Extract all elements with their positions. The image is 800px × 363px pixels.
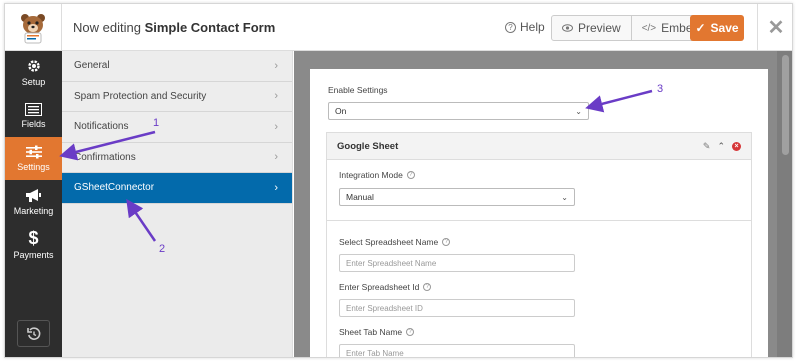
code-icon: </> xyxy=(641,22,657,34)
chevron-right-icon: › xyxy=(274,151,278,164)
question-circle-icon: ? xyxy=(505,21,516,33)
annotation-label-1: 1 xyxy=(153,117,160,129)
wpforms-logo[interactable] xyxy=(5,4,62,51)
sliders-icon xyxy=(25,145,42,159)
spreadsheet-id-label: Enter Spreadsheet Id ? xyxy=(339,282,432,292)
input-placeholder: Enter Spreadsheet Name xyxy=(346,258,437,268)
select-value: On xyxy=(335,106,347,116)
panel-item-label: Notifications xyxy=(74,121,129,133)
enable-settings-select[interactable]: On ⌄ xyxy=(328,102,589,120)
label-text: Enable Settings xyxy=(328,85,388,95)
help-tooltip-icon[interactable]: ? xyxy=(406,328,415,336)
settings-panel: General › Spam Protection and Security ›… xyxy=(62,51,293,357)
google-sheet-section: Google Sheet ✎ ⌃ × Integration Mode ? Ma… xyxy=(326,132,752,358)
section-actions: ✎ ⌃ × xyxy=(703,141,741,152)
panel-item-label: Spam Protection and Security xyxy=(74,90,207,102)
nav-label: Payments xyxy=(13,250,54,260)
nav-label: Settings xyxy=(17,162,50,172)
chevron-down-icon: ⌄ xyxy=(575,106,582,116)
help-link[interactable]: ? Help xyxy=(505,20,545,34)
section-divider xyxy=(327,220,751,221)
help-tooltip-icon[interactable]: ? xyxy=(423,283,432,291)
section-title: Google Sheet xyxy=(337,140,399,152)
top-bar: Now editing Simple Contact Form ? Help P… xyxy=(5,4,792,51)
content-scrollbar[interactable] xyxy=(777,51,792,357)
pencil-icon[interactable]: ✎ xyxy=(703,141,711,152)
input-placeholder: Enter Spreadsheet ID xyxy=(346,303,423,313)
panel-item-label: Confirmations xyxy=(74,151,136,163)
label-text: Enter Spreadsheet Id xyxy=(339,282,420,292)
megaphone-icon xyxy=(26,188,41,202)
panel-item-general[interactable]: General › xyxy=(62,51,292,82)
settings-card: Enable Settings On ⌄ Google Sheet ✎ ⌃ × … xyxy=(310,69,768,358)
fields-list-icon xyxy=(25,102,42,116)
editing-title: Now editing Simple Contact Form xyxy=(73,20,275,35)
save-button[interactable]: ✓ Save xyxy=(690,15,744,41)
spreadsheet-name-input[interactable]: Enter Spreadsheet Name xyxy=(339,254,575,272)
label-text: Sheet Tab Name xyxy=(339,327,403,337)
input-placeholder: Enter Tab Name xyxy=(346,348,404,358)
panel-item-confirmations[interactable]: Confirmations › xyxy=(62,142,292,173)
enable-settings-label: Enable Settings xyxy=(328,85,388,95)
builder-sidebar: Setup Fields Settings Marketing $ Paymen… xyxy=(5,51,62,357)
google-sheet-header: Google Sheet ✎ ⌃ × xyxy=(327,133,751,160)
editing-prefix: Now editing xyxy=(73,20,141,35)
settings-content: Enable Settings On ⌄ Google Sheet ✎ ⌃ × … xyxy=(294,51,792,358)
gear-icon xyxy=(27,60,40,72)
close-icon: ✕ xyxy=(767,17,785,39)
help-label: Help xyxy=(520,20,545,34)
nav-label: Setup xyxy=(21,77,46,87)
dollar-icon: $ xyxy=(28,228,39,248)
preview-label: Preview xyxy=(578,21,621,35)
chevron-right-icon: › xyxy=(274,90,278,103)
panel-item-gsheetconnector[interactable]: GSheetConnector › xyxy=(62,173,292,204)
annotation-label-3: 3 xyxy=(657,83,664,95)
panel-item-label: GSheetConnector xyxy=(74,182,155,194)
spreadsheet-name-label: Select Spreadsheet Name ? xyxy=(339,237,451,247)
nav-label: Marketing xyxy=(13,205,54,216)
sheet-tab-name-input[interactable]: Enter Tab Name xyxy=(339,344,575,358)
nav-label: Fields xyxy=(21,118,46,129)
scrollbar-thumb[interactable] xyxy=(782,55,789,155)
save-label: Save xyxy=(710,21,739,35)
panel-item-label: General xyxy=(74,60,110,72)
label-text: Integration Mode xyxy=(339,170,403,180)
sheet-tab-name-label: Sheet Tab Name ? xyxy=(339,327,415,337)
nav-setup[interactable]: Setup xyxy=(5,51,62,94)
revisions-history-icon xyxy=(26,326,40,340)
label-text: Select Spreadsheet Name xyxy=(339,237,439,247)
nav-marketing[interactable]: Marketing xyxy=(5,180,62,223)
close-button[interactable]: ✕ xyxy=(757,4,792,51)
bear-logo-icon xyxy=(21,13,45,43)
panel-item-notifications[interactable]: Notifications › xyxy=(62,112,292,143)
integration-mode-select[interactable]: Manual ⌄ xyxy=(339,188,575,206)
spreadsheet-id-input[interactable]: Enter Spreadsheet ID xyxy=(339,299,575,317)
chevron-right-icon: › xyxy=(274,59,278,72)
chevron-up-icon[interactable]: ⌃ xyxy=(717,141,725,152)
panel-item-spam-protection[interactable]: Spam Protection and Security › xyxy=(62,81,292,112)
chevron-right-icon: › xyxy=(274,181,278,194)
app-window: Now editing Simple Contact Form ? Help P… xyxy=(4,3,793,358)
nav-settings[interactable]: Settings xyxy=(5,137,62,180)
integration-mode-label: Integration Mode ? xyxy=(339,170,415,180)
help-tooltip-icon[interactable]: ? xyxy=(442,238,451,246)
select-value: Manual xyxy=(346,192,374,202)
checkmark-icon: ✓ xyxy=(695,21,706,35)
chevron-right-icon: › xyxy=(274,120,278,133)
revisions-button[interactable] xyxy=(17,320,50,347)
nav-fields[interactable]: Fields xyxy=(5,94,62,137)
annotation-label-2: 2 xyxy=(159,243,166,255)
eye-icon xyxy=(562,24,573,32)
chevron-down-icon: ⌄ xyxy=(561,192,568,202)
preview-embed-group: Preview </> Embed xyxy=(551,15,711,41)
form-name: Simple Contact Form xyxy=(144,20,276,35)
nav-payments[interactable]: $ Payments xyxy=(5,223,62,266)
preview-button[interactable]: Preview xyxy=(552,16,631,40)
delete-icon[interactable]: × xyxy=(732,141,741,151)
help-tooltip-icon[interactable]: ? xyxy=(406,171,415,179)
